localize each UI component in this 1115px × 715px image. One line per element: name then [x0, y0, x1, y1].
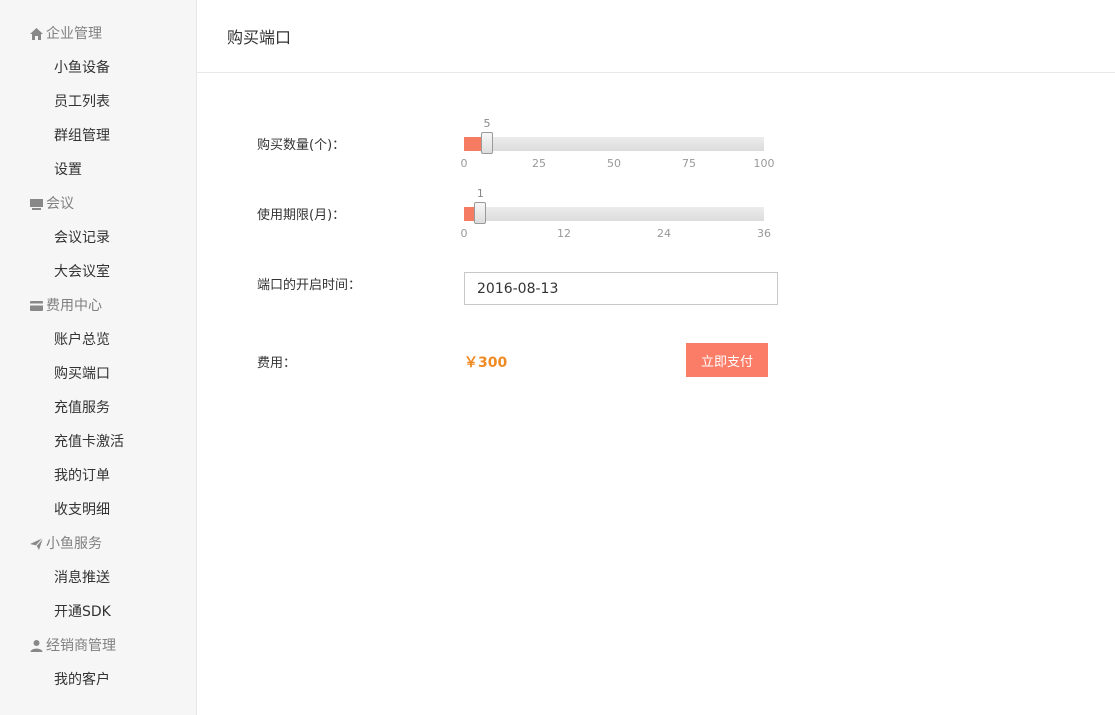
sidebar-group-label: 会议 [46, 196, 74, 212]
sidebar-group-label: 小鱼服务 [46, 536, 102, 552]
credit-card-icon [28, 298, 44, 314]
slider-handle[interactable] [481, 132, 493, 154]
sidebar-group-dealer[interactable]: 经销商管理 [28, 629, 116, 663]
sidebar-item-settings[interactable]: 设置 [54, 153, 82, 187]
sidebar-group-label: 费用中心 [46, 298, 102, 314]
sidebar-item-devices[interactable]: 小鱼设备 [54, 51, 110, 85]
page-header: 购买端口 [197, 0, 1115, 73]
sidebar-group-label: 经销商管理 [46, 638, 116, 654]
start-date-input[interactable] [464, 272, 778, 305]
slider-value-label: 5 [483, 117, 491, 130]
slider-tick-label: 75 [682, 157, 696, 170]
sidebar-item-employees[interactable]: 员工列表 [54, 85, 110, 119]
sidebar-item-large-room[interactable]: 大会议室 [54, 255, 110, 289]
slider-tick-label: 24 [657, 227, 671, 240]
sidebar-item-transactions[interactable]: 收支明细 [54, 493, 110, 527]
sidebar-item-groups[interactable]: 群组管理 [54, 119, 110, 153]
slider-tick-label: 50 [607, 157, 621, 170]
sidebar-group-billing[interactable]: 费用中心 [28, 289, 102, 323]
slider-tick-label: 0 [460, 157, 468, 170]
sidebar-item-buy-port[interactable]: 购买端口 [54, 357, 110, 391]
slider-value-label: 1 [476, 187, 484, 200]
sidebar-item-recharge[interactable]: 充值服务 [54, 391, 110, 425]
fee-label: 费用： [257, 356, 297, 371]
sidebar-item-account-overview[interactable]: 账户总览 [54, 323, 110, 357]
slider-tick-label: 36 [757, 227, 771, 240]
monitor-icon [28, 196, 44, 212]
slider-track[interactable] [464, 207, 764, 221]
slider-tick-label: 12 [557, 227, 571, 240]
sidebar-group-label: 企业管理 [46, 26, 102, 42]
slider-track[interactable] [464, 137, 764, 151]
home-icon [28, 26, 44, 42]
fee-amount: ￥300 [464, 355, 508, 371]
slider-tick-label: 100 [753, 157, 775, 170]
pay-now-button[interactable]: 立即支付 [686, 343, 768, 377]
sidebar-item-orders[interactable]: 我的订单 [54, 459, 110, 493]
paper-plane-icon [28, 536, 44, 552]
period-label: 使用期限(月)： [257, 208, 346, 223]
sidebar-item-my-customers[interactable]: 我的客户 [54, 663, 110, 697]
start-date-label: 端口的开启时间： [257, 278, 362, 293]
sidebar: 企业管理 小鱼设备 员工列表 群组管理 设置 会议 会议记录 大会议室 费用中心… [0, 0, 197, 715]
slider-handle[interactable] [474, 202, 487, 224]
sidebar-group-enterprise[interactable]: 企业管理 [28, 17, 102, 51]
quantity-label: 购买数量(个)： [257, 138, 346, 153]
page-title: 购买端口 [227, 28, 292, 47]
user-icon [28, 638, 44, 654]
slider-tick-label: 25 [532, 157, 546, 170]
sidebar-group-meeting[interactable]: 会议 [28, 187, 74, 221]
sidebar-item-push[interactable]: 消息推送 [54, 561, 110, 595]
sidebar-item-meeting-records[interactable]: 会议记录 [54, 221, 110, 255]
main-content: 购买端口 购买数量(个)： 5 0 25 50 75 100 使用期限(月)： 1 0 1… [197, 0, 1115, 715]
sidebar-group-services[interactable]: 小鱼服务 [28, 527, 102, 561]
sidebar-item-sdk[interactable]: 开通SDK [54, 595, 111, 629]
slider-tick-label: 0 [460, 227, 468, 240]
sidebar-item-card-activation[interactable]: 充值卡激活 [54, 425, 124, 459]
app-layout: 企业管理 小鱼设备 员工列表 群组管理 设置 会议 会议记录 大会议室 费用中心… [0, 0, 1115, 715]
